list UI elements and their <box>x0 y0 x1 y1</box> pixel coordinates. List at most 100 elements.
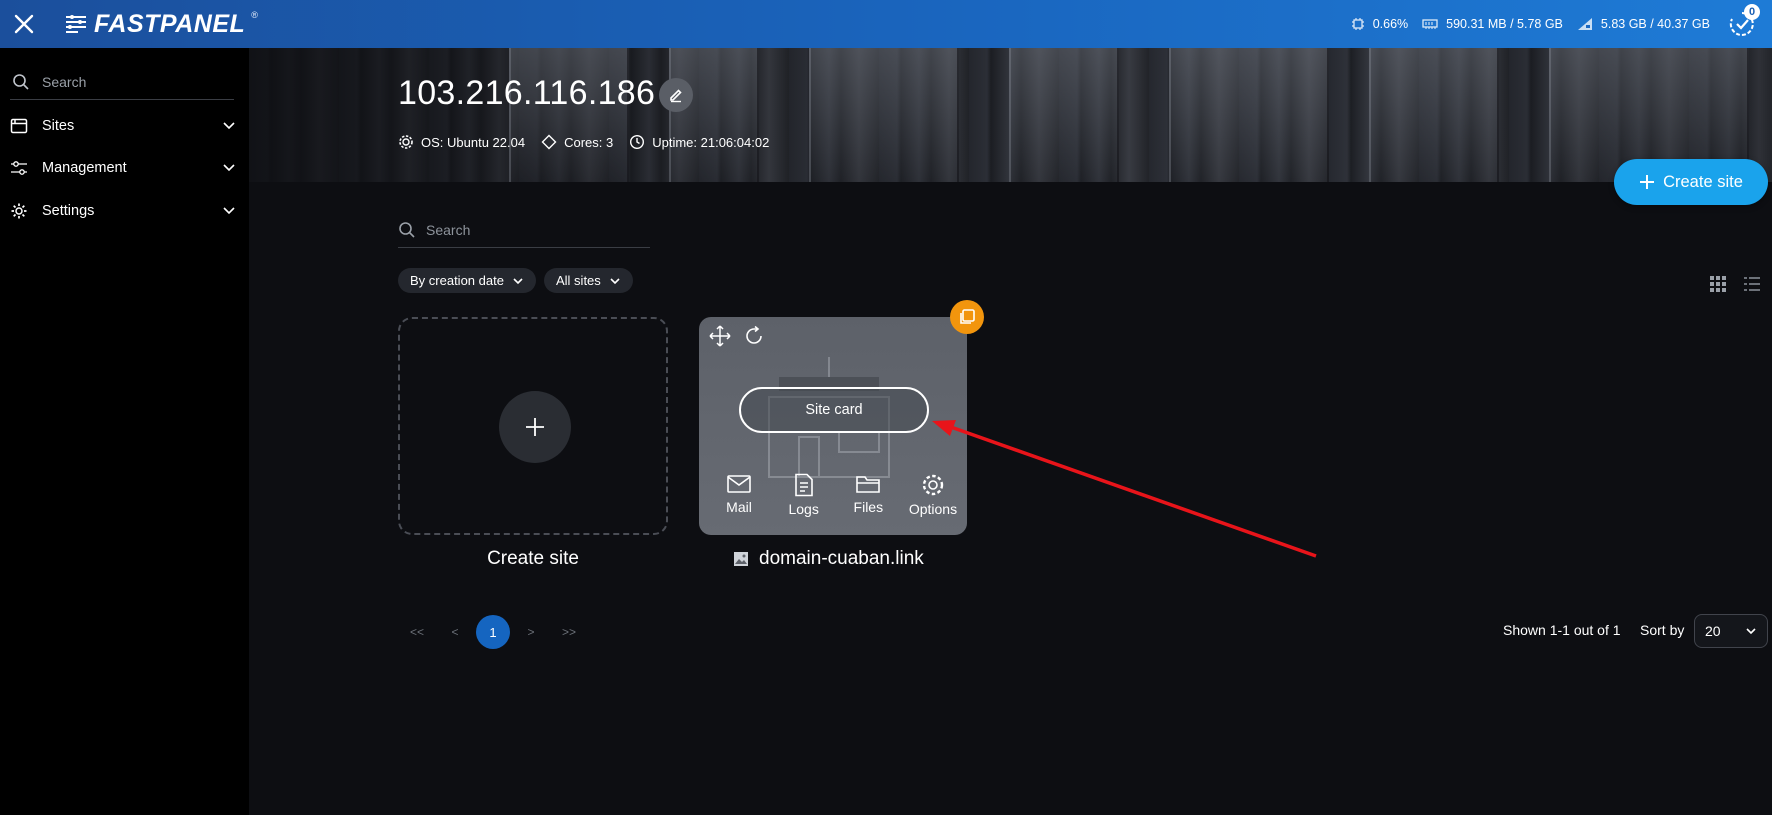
grid-view-icon <box>1710 276 1726 292</box>
copy-icon <box>960 309 975 324</box>
site-logs-button[interactable]: Logs <box>776 473 832 517</box>
server-cores-text: Cores: 3 <box>564 134 614 150</box>
clock-icon <box>630 134 645 150</box>
fastpanel-logo[interactable]: FASTPANEL ® <box>64 10 258 38</box>
move-arrows-icon[interactable] <box>709 325 731 347</box>
notification-count-badge: 0 <box>1744 4 1760 20</box>
gear-icon <box>922 474 944 496</box>
site-scope-value: All sites <box>556 273 601 288</box>
first-page-button[interactable]: << <box>398 615 436 649</box>
sliders-icon <box>11 161 27 175</box>
list-view-toggle[interactable] <box>1744 276 1760 297</box>
sidebar-item-label: Settings <box>42 203 95 219</box>
last-page-button[interactable]: >> <box>550 615 588 649</box>
chevron-down-icon <box>610 277 620 284</box>
sidebar-item-label: Sites <box>42 118 75 134</box>
server-os-text: OS: Ubuntu 22.04 <box>421 134 526 150</box>
server-header-banner <box>249 48 1772 182</box>
folder-icon <box>856 476 881 493</box>
copy-site-button[interactable] <box>950 300 984 334</box>
cpu-value: 0.66% <box>1372 17 1409 31</box>
close-menu-button[interactable] <box>12 12 36 36</box>
create-site-button-label: Create site <box>1663 172 1743 191</box>
logo-lines-icon <box>66 15 86 33</box>
site-action-label: Mail <box>726 499 752 515</box>
site-options-button[interactable]: Options <box>905 473 961 517</box>
chevron-down-icon <box>223 207 235 215</box>
server-uptime: Uptime: 21:06:04:02 <box>629 134 769 150</box>
document-icon <box>794 473 813 497</box>
sidebar-search-placeholder: Search <box>42 73 87 90</box>
chevron-down-icon <box>1746 628 1756 635</box>
shown-count-text: Shown 1-1 out of 1 <box>1503 622 1621 638</box>
site-name-link[interactable]: domain-cuaban.link <box>733 548 924 570</box>
server-ip-title: 103.216.116.186 <box>398 74 656 112</box>
site-card-actions: Mail Logs Files Options <box>711 473 961 517</box>
sort-order-value: By creation date <box>410 273 504 288</box>
create-site-card-label: Create site <box>487 548 579 569</box>
create-site-plus-button[interactable] <box>499 391 571 463</box>
site-name-text: domain-cuaban.link <box>759 548 924 569</box>
site-scope-dropdown[interactable]: All sites <box>544 268 633 293</box>
site-action-label: Files <box>853 499 884 515</box>
sites-search-input[interactable]: Search <box>398 212 650 248</box>
chevron-down-icon <box>223 122 235 130</box>
sidebar-item-settings[interactable]: Settings <box>10 193 236 229</box>
chevron-down-icon <box>223 164 235 172</box>
os-gear-icon <box>399 135 413 149</box>
search-icon <box>13 73 29 90</box>
top-bar: FASTPANEL ® 0.66% 590.31 MB / 5.78 GB 5.… <box>0 0 1772 48</box>
disk-icon <box>1577 18 1592 30</box>
server-os: OS: Ubuntu 22.04 <box>398 134 525 150</box>
sidebar-search-input[interactable]: Search <box>10 64 234 100</box>
create-site-button[interactable]: Create site <box>1614 159 1768 205</box>
ram-stat[interactable]: 590.31 MB / 5.78 GB <box>1422 17 1563 31</box>
plus-icon <box>526 418 544 436</box>
chevron-down-icon <box>513 277 523 284</box>
site-files-button[interactable]: Files <box>840 473 896 517</box>
browser-window-icon <box>10 118 28 134</box>
edit-server-name-button[interactable] <box>659 78 693 112</box>
site-card[interactable]: Site card Mail Logs Files Options <box>699 317 967 535</box>
prev-page-button[interactable]: < <box>436 615 474 649</box>
logo-registered-mark: ® <box>251 10 258 20</box>
logo-text: FASTPANEL <box>94 9 246 38</box>
plus-icon <box>1640 175 1655 189</box>
site-action-label: Options <box>908 501 958 517</box>
sidebar-item-label: Management <box>42 160 127 176</box>
disk-stat[interactable]: 5.83 GB / 40.37 GB <box>1577 17 1710 31</box>
site-card-button-label: Site card <box>805 402 863 418</box>
create-site-card[interactable] <box>398 317 668 535</box>
page-button-current[interactable]: 1 <box>476 615 510 649</box>
close-icon <box>14 14 34 34</box>
per-page-select[interactable]: 20 <box>1694 614 1768 648</box>
search-icon <box>399 221 415 238</box>
ram-value: 590.31 MB / 5.78 GB <box>1446 17 1563 31</box>
pagination: << < 1 > >> <box>398 615 588 649</box>
mail-icon <box>727 475 751 493</box>
image-icon <box>734 552 748 566</box>
cpu-icon <box>1351 18 1364 30</box>
sort-by-label: Sort by <box>1640 622 1685 638</box>
notifications-button[interactable]: 0 <box>1728 4 1760 38</box>
site-mail-button[interactable]: Mail <box>711 473 767 517</box>
sidebar: Search Sites Management Settings <box>0 48 249 815</box>
site-action-label: Logs <box>788 501 819 517</box>
sort-order-dropdown[interactable]: By creation date <box>398 268 536 293</box>
server-cores: Cores: 3 <box>541 134 613 150</box>
next-page-button[interactable]: > <box>512 615 550 649</box>
server-info-row: OS: Ubuntu 22.04 Cores: 3 Uptime: 21:06:… <box>398 134 769 150</box>
ram-icon <box>1422 19 1438 29</box>
sites-search-placeholder: Search <box>426 221 471 238</box>
gear-icon <box>11 203 27 219</box>
sidebar-item-sites[interactable]: Sites <box>10 108 236 144</box>
server-uptime-text: Uptime: 21:06:04:02 <box>652 134 770 150</box>
refresh-icon[interactable] <box>743 325 765 347</box>
site-card-tools <box>709 325 765 347</box>
cpu-stat[interactable]: 0.66% <box>1351 17 1408 31</box>
site-card-button[interactable]: Site card <box>739 387 929 433</box>
list-view-icon <box>1744 277 1760 291</box>
grid-view-toggle[interactable] <box>1710 276 1726 297</box>
pencil-icon <box>670 89 682 103</box>
sidebar-item-management[interactable]: Management <box>10 150 236 186</box>
